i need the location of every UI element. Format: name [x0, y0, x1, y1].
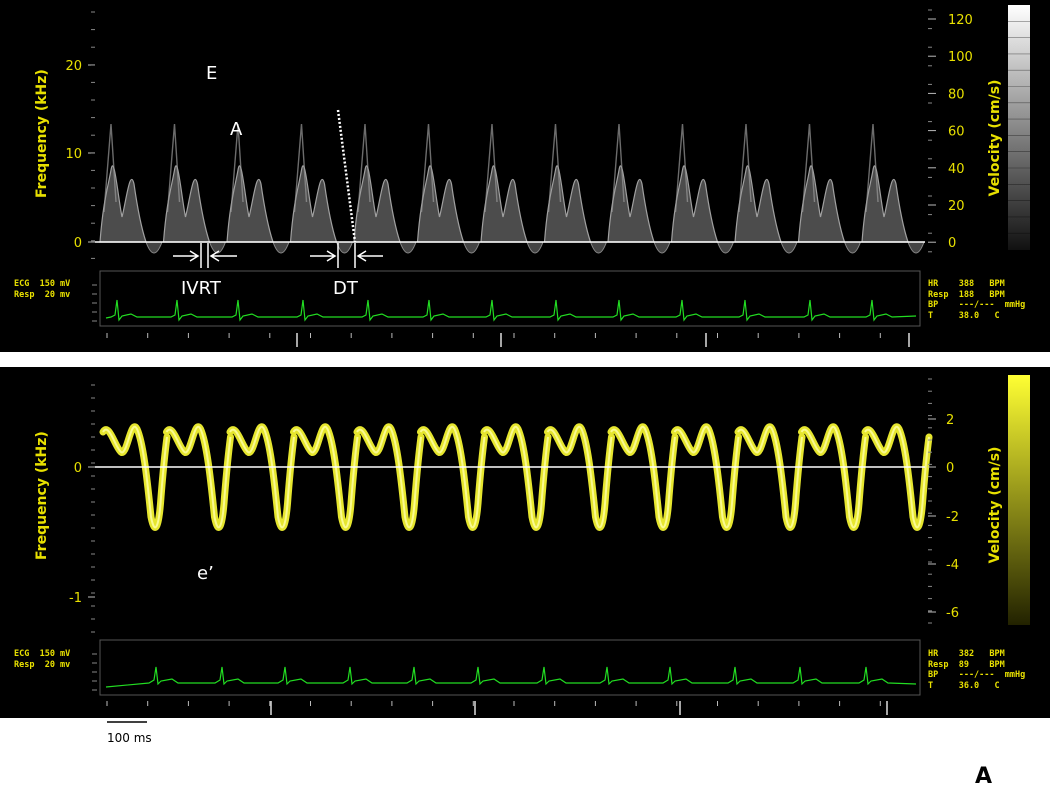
ecg-trace — [105, 666, 917, 688]
yellow-color-bar — [1008, 375, 1030, 625]
ecg-box — [99, 639, 921, 696]
e-prime-label: e’ — [197, 563, 214, 584]
mitral-inflow-spectrum — [99, 165, 909, 243]
scale-bar — [107, 721, 147, 723]
pulsed-doppler-plot: 20100120100806040200 — [65, 5, 1030, 347]
vital-signs: HR 388 BPM Resp 188 BPM BP ---/--- mmHg … — [928, 279, 1025, 321]
ecg-settings: ECG 150 mV Resp 20 mv — [14, 649, 71, 670]
right-tick-label: 120 — [948, 13, 973, 28]
ecg-settings: ECG 150 mV Resp 20 mv — [14, 279, 71, 300]
left-axis-label: Frequency (kHz) — [34, 431, 50, 560]
resp-rate: Resp 89 BPM — [928, 659, 1005, 670]
right-axis-label: Velocity (cm/s) — [987, 79, 1003, 197]
right-tick-label: -2 — [946, 510, 959, 525]
right-tick-label: 100 — [948, 50, 973, 65]
right-tick-label: 20 — [948, 199, 965, 214]
right-tick-label: -6 — [946, 606, 959, 621]
grayscale-color-bar — [1008, 5, 1030, 250]
right-tick-label: 60 — [948, 125, 965, 140]
left-tick-label: 0 — [74, 236, 82, 251]
right-tick-label: 80 — [948, 87, 965, 102]
resp-rate: Resp 188 BPM — [928, 289, 1005, 300]
blood-pressure: BP ---/--- mmHg — [928, 670, 1026, 680]
ecg-box — [99, 270, 921, 327]
right-tick-label: 40 — [948, 162, 965, 177]
ecg-trace — [105, 299, 917, 322]
ivrt-arrow-right — [209, 250, 237, 262]
ivrt-arrow-left — [173, 250, 200, 262]
scale-bar-label: 100 ms — [107, 731, 152, 745]
heart-rate: HR 388 BPM — [928, 279, 1005, 289]
panel-letter: A — [975, 764, 993, 789]
right-tick-label: -4 — [946, 558, 959, 573]
heart-rate: HR 382 BPM — [928, 649, 1005, 659]
right-tick-label: 0 — [946, 461, 954, 476]
right-tick-label: 2 — [946, 413, 954, 428]
tissue-doppler-panel: 0 -1 2 0 -2 -4 -6 Frequency (kHz) Velocity (cm… — [0, 367, 1050, 718]
right-axis-label: Velocity (cm/s) — [987, 446, 1003, 564]
temperature: T 38.0 C — [928, 310, 1000, 321]
dt-arrow-right — [356, 250, 383, 262]
dt-label: DT — [333, 278, 358, 299]
vital-signs: HR 382 BPM Resp 89 BPM BP ---/--- mmHg T… — [928, 649, 1025, 691]
dt-arrow-left — [310, 250, 337, 262]
tissue-doppler-plot: 0 -1 2 0 -2 -4 -6 — [69, 375, 1030, 715]
left-tick-label: 0 — [74, 461, 82, 476]
lvot-outflow-spectrum — [145, 241, 925, 254]
e-wave-label: E — [206, 63, 218, 84]
blood-pressure: BP ---/--- mmHg — [928, 300, 1026, 310]
pulsed-doppler-panel: 20 10 0 120 100 80 60 40 20 0 Frequency (kHz) Vel… — [0, 0, 1050, 352]
temperature: T 36.0 C — [928, 680, 1000, 691]
left-tick-label: -1 — [69, 591, 82, 606]
right-tick-label: 0 — [948, 236, 956, 251]
ivrt-label: IVRT — [181, 278, 221, 299]
a-wave-label: A — [230, 119, 243, 140]
left-axis-label: Frequency (kHz) — [34, 69, 50, 198]
left-tick-label: 10 — [65, 147, 82, 162]
deceleration-slope-line — [336, 109, 357, 243]
left-tick-label: 20 — [65, 59, 82, 74]
